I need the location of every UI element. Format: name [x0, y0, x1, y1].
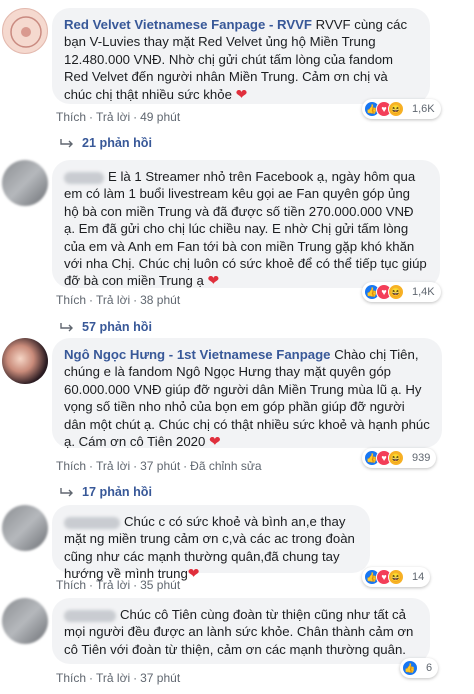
reaction-summary[interactable]: 👍 ♥ 😆 939 — [362, 448, 437, 468]
like-link[interactable]: Thích — [56, 110, 86, 124]
view-replies-link[interactable]: 21 phản hồi — [60, 136, 152, 150]
replies-count: 21 phản hồi — [82, 136, 152, 150]
comment-actions: Thích · Trả lời · 35 phút — [56, 578, 181, 592]
timestamp[interactable]: 38 phút — [140, 293, 180, 307]
timestamp[interactable]: 49 phút — [140, 110, 180, 124]
timestamp[interactable]: 37 phút — [140, 671, 180, 685]
haha-reaction-icon: 😆 — [388, 101, 404, 117]
reaction-summary[interactable]: 👍 ♥ 😆 1,6K — [362, 99, 441, 119]
reply-link[interactable]: Trả lời — [96, 671, 130, 685]
author-name[interactable]: Ngô Ngọc Hưng - 1st Vietnamese Fanpage — [64, 347, 331, 362]
avatar[interactable] — [2, 338, 48, 384]
like-reaction-icon: 👍 — [402, 660, 418, 676]
comment-bubble: Ngô Ngọc Hưng - 1st Vietnamese Fanpage C… — [52, 338, 442, 450]
blurred-author-name — [64, 171, 104, 184]
reply-arrow-icon — [60, 323, 73, 332]
reaction-summary[interactable]: 👍 ♥ 😆 14 — [362, 567, 431, 587]
heart-emoji-icon: ❤ — [235, 85, 248, 102]
reply-arrow-icon — [60, 139, 73, 148]
rvvf-logo-icon — [10, 16, 42, 48]
comment-actions: Thích · Trả lời · 49 phút — [56, 110, 181, 124]
comment-bubble: Chúc c có sức khoẻ và bình an,e thay mặt… — [52, 505, 370, 581]
comment-text: Chào chị Tiên, chúng e là fandom Ngô Ngọ… — [64, 347, 430, 450]
haha-reaction-icon: 😆 — [388, 569, 404, 585]
comment-bubble: Chúc cô Tiên cùng đoàn từ thiện cũng như… — [52, 598, 430, 664]
reply-link[interactable]: Trả lời — [96, 459, 130, 473]
avatar[interactable] — [2, 160, 48, 206]
like-link[interactable]: Thích — [56, 293, 86, 307]
timestamp[interactable]: 37 phút — [140, 459, 180, 473]
edited-label[interactable]: Đã chỉnh sửa — [190, 459, 261, 473]
timestamp[interactable]: 35 phút — [140, 578, 180, 592]
comment-text: Chúc cô Tiên cùng đoàn từ thiện cũng như… — [64, 607, 414, 657]
blurred-author-name — [64, 609, 116, 622]
like-link[interactable]: Thích — [56, 459, 86, 473]
avatar[interactable] — [2, 598, 48, 644]
reaction-count: 939 — [412, 452, 431, 464]
reaction-count: 14 — [412, 571, 425, 583]
reply-link[interactable]: Trả lời — [96, 578, 130, 592]
comment-actions: Thích · Trả lời · 37 phút · Đã chỉnh sửa — [56, 459, 262, 473]
reply-link[interactable]: Trả lời — [96, 293, 130, 307]
view-replies-link[interactable]: 57 phản hồi — [60, 320, 152, 334]
comment-actions: Thích · Trả lời · 38 phút — [56, 293, 181, 307]
comment-bubble: Red Velvet Vietnamese Fanpage - RVVF RVV… — [52, 8, 430, 104]
comment-actions: Thích · Trả lời · 37 phút — [56, 671, 181, 685]
blurred-author-name — [64, 516, 120, 529]
avatar[interactable] — [2, 8, 48, 54]
reaction-count: 1,4K — [412, 286, 435, 298]
reaction-count: 6 — [426, 662, 433, 674]
reply-link[interactable]: Trả lời — [96, 110, 130, 124]
comment-bubble: E là 1 Streamer nhỏ trên Facebook ạ, ngà… — [52, 160, 440, 288]
heart-emoji-icon: ❤ — [187, 565, 200, 582]
replies-count: 17 phản hồi — [82, 485, 152, 499]
reply-arrow-icon — [60, 488, 73, 497]
haha-reaction-icon: 😆 — [388, 284, 404, 300]
reaction-summary[interactable]: 👍 ♥ 😆 1,4K — [362, 282, 441, 302]
replies-count: 57 phản hồi — [82, 320, 152, 334]
author-name[interactable]: Red Velvet Vietnamese Fanpage - RVVF — [64, 17, 312, 32]
comment-text: E là 1 Streamer nhỏ trên Facebook ạ, ngà… — [64, 169, 427, 289]
heart-emoji-icon: ❤ — [209, 433, 221, 450]
like-link[interactable]: Thích — [56, 671, 86, 685]
reaction-summary[interactable]: 👍 6 — [400, 658, 439, 678]
haha-reaction-icon: 😆 — [388, 450, 404, 466]
heart-emoji-icon: ❤ — [207, 272, 220, 289]
reaction-count: 1,6K — [412, 103, 435, 115]
avatar[interactable] — [2, 505, 48, 551]
view-replies-link[interactable]: 17 phản hồi — [60, 485, 152, 499]
like-link[interactable]: Thích — [56, 578, 86, 592]
